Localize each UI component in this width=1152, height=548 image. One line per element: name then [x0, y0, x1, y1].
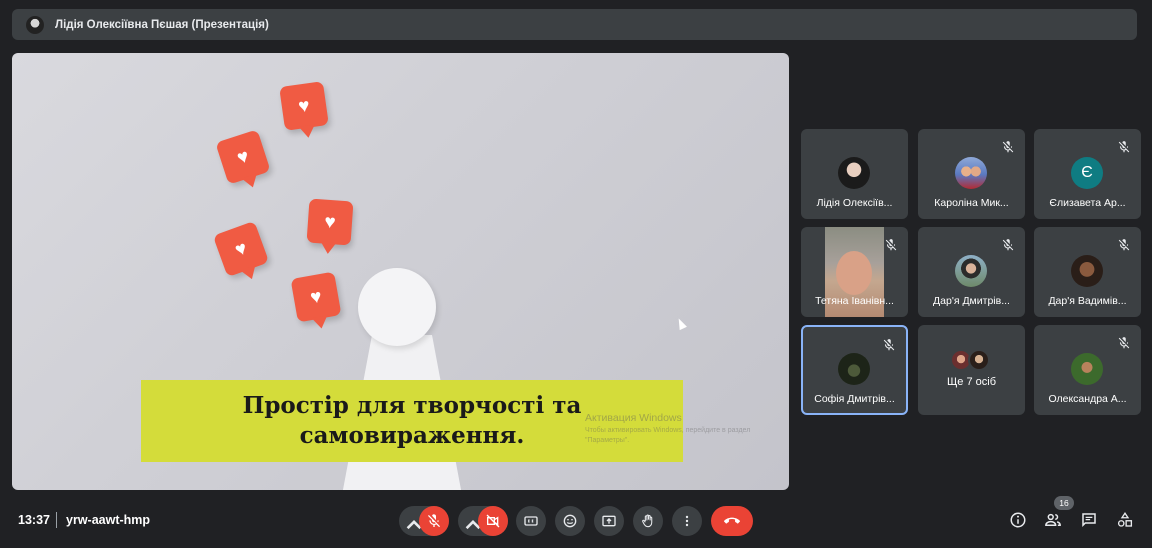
avatar	[838, 157, 870, 189]
activities-button[interactable]	[1115, 510, 1135, 530]
mic-toggle-button[interactable]	[419, 506, 449, 536]
hand-icon	[642, 514, 653, 528]
captions-button[interactable]	[516, 506, 546, 536]
mic-off-icon	[1117, 238, 1131, 252]
activities-icon	[1117, 512, 1133, 527]
avatar	[1071, 353, 1103, 385]
windows-activation-title: Активация Windows	[585, 412, 682, 424]
participant-name: Лідія Олексіїв...	[816, 197, 893, 209]
more-participants-label: Ще 7 осіб	[946, 376, 997, 388]
info-icon	[1010, 512, 1026, 528]
participant-name: Кароліна Мик...	[934, 197, 1009, 209]
phone-hangup-icon	[724, 517, 740, 524]
divider	[56, 512, 57, 528]
participant-name: Дар'я Вадимів...	[1048, 295, 1127, 307]
presentation-header: Лідія Олексіївна Пєшая (Презентація)	[12, 9, 1137, 40]
presenter-avatar	[26, 15, 44, 34]
mic-off-icon	[1117, 140, 1131, 154]
windows-activation-text: Чтобы активировать Windows, перейдите в …	[585, 427, 751, 445]
heart-bubble-icon: ♥	[279, 81, 329, 131]
participant-tile[interactable]: Тетяна Іванівн...	[801, 227, 908, 317]
participant-tile-active[interactable]: Софія Дмитрів...	[801, 325, 908, 415]
meeting-time: 13:37	[18, 513, 50, 527]
participant-name: Софія Дмитрів...	[814, 393, 895, 405]
mic-off-icon	[882, 338, 896, 352]
camera-group	[458, 506, 508, 536]
participant-tile[interactable]: Дар'я Дмитрів...	[918, 227, 1025, 317]
people-button[interactable]	[1043, 510, 1063, 530]
presenter-title: Лідія Олексіївна Пєшая (Презентація)	[55, 18, 269, 31]
mic-off-icon	[1117, 336, 1131, 350]
reactions-button[interactable]	[555, 506, 585, 536]
participant-name: Дар'я Дмитрів...	[933, 295, 1010, 307]
avatar	[1071, 255, 1103, 287]
paper-figure-head	[358, 268, 436, 346]
avatar	[955, 255, 987, 287]
chat-icon	[1082, 513, 1096, 528]
participant-tile[interactable]: Олександра А...	[1034, 325, 1141, 415]
heart-bubble-icon: ♥	[212, 220, 270, 278]
participants-count-badge: 16	[1054, 496, 1074, 510]
raise-hand-button[interactable]	[633, 506, 663, 536]
heart-bubble-icon: ♥	[306, 198, 354, 246]
camera-toggle-button[interactable]	[478, 506, 508, 536]
bottom-toolbar: 13:37 yrw-aawt-hmp 16	[0, 496, 1152, 548]
chat-button[interactable]	[1079, 510, 1099, 530]
more-vert-icon	[685, 515, 689, 527]
avatar	[838, 353, 870, 385]
captions-icon	[524, 516, 538, 526]
present-button[interactable]	[594, 506, 624, 536]
participant-name: Єлизавета Ар...	[1049, 197, 1126, 209]
participants-grid: Лідія Олексіїв... Кароліна Мик... Є Єлиз…	[801, 129, 1141, 415]
more-participants-tile[interactable]: Ще 7 осіб	[918, 325, 1025, 415]
present-screen-icon	[602, 515, 616, 527]
participant-tile[interactable]: Дар'я Вадимів...	[1034, 227, 1141, 317]
mic-off-icon	[884, 238, 898, 252]
participant-tile[interactable]: Лідія Олексіїв...	[801, 129, 908, 219]
avatar	[955, 157, 987, 189]
more-participants-avatars	[950, 349, 994, 371]
mic-off-icon	[428, 514, 440, 528]
camera-off-icon	[486, 514, 500, 528]
meeting-info-button[interactable]	[1008, 510, 1028, 530]
avatar: Є	[1071, 157, 1103, 189]
mouse-cursor-icon	[675, 316, 687, 331]
participant-tile[interactable]: Кароліна Мик...	[918, 129, 1025, 219]
heart-bubble-icon: ♥	[215, 129, 271, 185]
participant-tile[interactable]: Є Єлизавета Ар...	[1034, 129, 1141, 219]
people-icon	[1045, 513, 1061, 526]
mic-off-icon	[1001, 238, 1015, 252]
leave-call-button[interactable]	[711, 506, 753, 536]
mic-group	[399, 506, 449, 536]
smiley-icon	[563, 514, 577, 528]
slide-caption: Простір для творчості та самовираження.	[242, 391, 582, 449]
more-options-button[interactable]	[672, 506, 702, 536]
mic-off-icon	[1001, 140, 1015, 154]
presentation-stage: ♥ ♥ ♥ ♥ ♥ Простір для творчості та самов…	[12, 53, 789, 490]
participant-name: Тетяна Іванівн...	[815, 295, 894, 307]
participant-name: Олександра А...	[1048, 393, 1127, 405]
meeting-code: yrw-aawt-hmp	[66, 513, 151, 527]
heart-bubble-icon: ♥	[290, 271, 342, 323]
